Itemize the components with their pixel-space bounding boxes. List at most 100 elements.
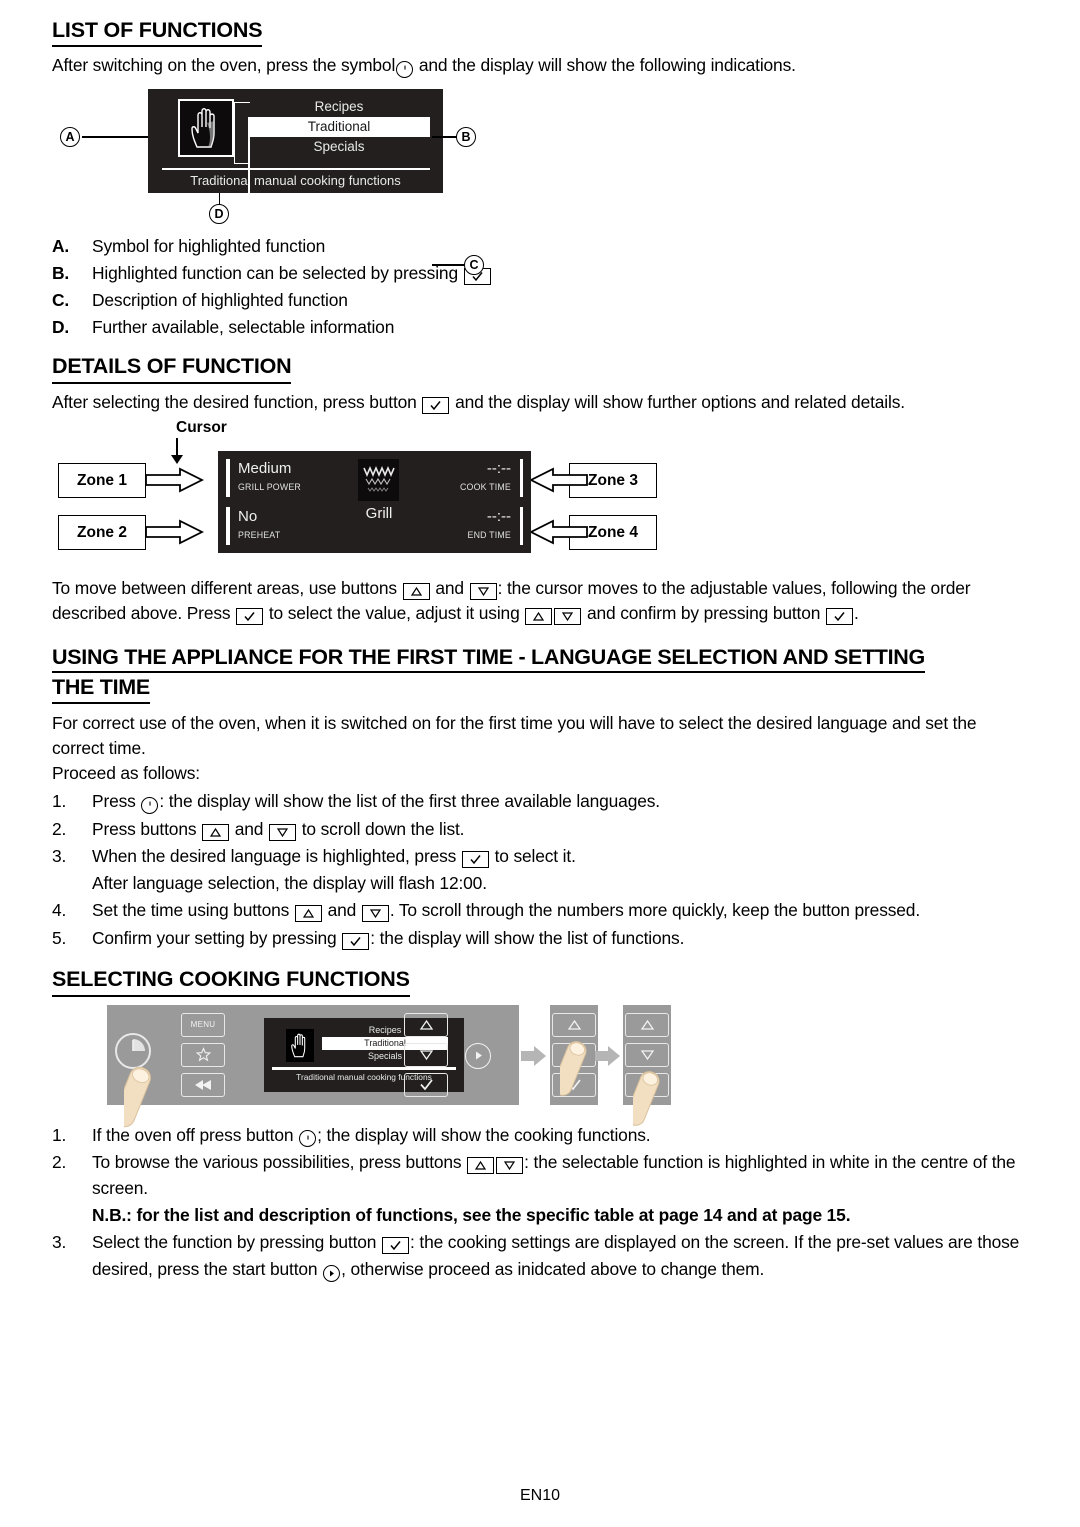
down-button[interactable] [404,1042,448,1067]
step-number: 5. [52,927,67,948]
document-page: LIST OF FUNCTIONS After switching on the… [0,0,1080,1527]
step-text-before: If the oven off press button [92,1124,294,1145]
list-of-functions-intro: After switching on the oven, press the s… [52,53,1030,78]
legend-label-b: B. [52,262,70,283]
power-clock-icon[interactable] [115,1032,151,1069]
lcd-divider-1 [162,167,430,171]
zone-1-label: Zone 1 [58,463,146,499]
callout-b: B [456,126,476,147]
up-key-icon [402,583,430,601]
intro-text-after: and the display will show the following … [418,55,796,76]
first-time-proceed: Proceed as follows: [52,763,200,784]
confirm-check-button[interactable] [404,1072,448,1097]
legend-item-c: C. Description of highlighted function [52,287,1030,314]
down-key-icon [269,823,297,841]
first-time-intro: For correct use of the oven, when it is … [52,712,977,758]
step-text-after: ; the display will show the cooking func… [317,1124,651,1145]
check-key-icon [236,608,264,626]
check-key-icon [422,396,450,414]
step-text-mid: and [327,900,357,921]
step-number: 3. [52,1232,67,1253]
lead-c [432,264,465,266]
step-text: Set the time using buttons and . To scro… [92,897,1030,923]
selecting-step-2: 2. To browse the various possibilities, … [52,1149,1030,1228]
check-key-icon [461,851,489,869]
up-key-icon [525,608,553,626]
first-time-step-2: 2. Press buttons and to scroll down the … [52,816,1030,842]
callout-d: D [209,203,229,224]
list-of-functions-heading-wrap: LIST OF FUNCTIONS [52,18,1030,48]
control-panel-step-2 [550,1004,598,1105]
zone3-value: --:-- [486,460,511,478]
zone3-arrow [531,467,588,493]
first-time-heading-line1: USING THE APPLIANCE FOR THE FIRST TIME -… [52,643,925,674]
legend-label-d: D. [52,316,70,337]
check-key-icon [825,608,853,626]
check-key-icon [342,932,370,950]
first-time-step-4: 4. Set the time using buttons and . To s… [52,897,1030,923]
down-key-icon [554,608,582,626]
zone3-readout: --:-- COOK TIME [460,461,511,492]
start-button[interactable] [465,1042,491,1069]
step-number: 1. [52,791,67,812]
details-of-function-heading: DETAILS OF FUNCTION [52,354,292,384]
zone1-value: Medium [238,460,292,478]
lead-d-vertical-inner [248,132,250,193]
first-time-steps: 1. Press : the display will show the lis… [52,788,1030,951]
menu-button[interactable]: MENU [181,1012,225,1037]
details-p2: and [435,578,464,599]
lcd-description-1: Traditional manual cooking functions [190,172,401,188]
step-text: Select the function by pressing button :… [92,1229,1030,1282]
selecting-step-1: 1. If the oven off press button ; the di… [52,1122,1030,1148]
cursor-bar-zone1 [226,459,230,498]
rewind-button[interactable] [181,1072,225,1097]
menu-item-recipes[interactable]: Recipes [248,97,430,117]
step-text-before: When the desired language is highlighted… [92,846,457,867]
step-text-after: : the display will show the list of func… [370,927,685,948]
details-intro-after: and the display will show further option… [455,391,905,412]
up-button[interactable] [625,1012,669,1037]
menu-list-1: Recipes Traditional Specials [248,97,430,157]
legend-item-d: D. Further available, selectable informa… [52,314,1030,341]
down-button[interactable] [625,1042,669,1067]
zone4-caption: END TIME [467,530,511,541]
step-subline: After language selection, the display wi… [92,872,487,893]
zone2-value: No [238,508,258,526]
selecting-step-3: 3. Select the function by pressing butto… [52,1229,1030,1282]
finger-icon [633,1070,660,1126]
legend-text-b-inner: Highlighted function can be selected by … [92,262,458,283]
step-text-after: to scroll down the list. [301,818,465,839]
up-key-icon [294,905,322,923]
legend-text-a: Symbol for highlighted function [92,235,326,256]
zone2-caption: PREHEAT [238,530,281,541]
step-number: 4. [52,900,67,921]
step-text-mid: and [234,818,264,839]
first-time-heading: USING THE APPLIANCE FOR THE FIRST TIME -… [52,643,1030,704]
menu-item-traditional-selected[interactable]: Traditional [248,116,430,137]
favorites-star-button[interactable] [181,1042,225,1067]
callout-a: A [60,126,80,147]
up-button[interactable] [552,1012,596,1037]
finger-icon [124,1066,151,1127]
cursor-bar-zone3 [520,459,523,498]
details-p5: and confirm by pressing button [586,603,821,624]
cursor-arrow-head [171,455,183,465]
zone4-arrow [531,519,588,545]
callout-c: C [464,254,484,275]
legend-list: A. Symbol for highlighted function B. Hi… [52,233,1030,341]
legend-item-a: A. Symbol for highlighted function [52,233,1030,260]
step-number: 2. [52,818,67,839]
selecting-functions-heading-wrap: SELECTING COOKING FUNCTIONS [52,967,1030,997]
page-content: LIST OF FUNCTIONS After switching on the… [52,18,1030,1283]
menu-item-specials[interactable]: Specials [248,137,430,157]
hand-icon [178,98,234,157]
first-time-heading-line2: THE TIME [52,673,150,704]
lead-d [218,192,221,205]
selecting-functions-steps: 1. If the oven off press button ; the di… [52,1122,1030,1283]
first-time-step-1: 1. Press : the display will show the lis… [52,788,1030,814]
up-button[interactable] [404,1012,448,1037]
legend-label-a: A. [52,235,70,256]
zone4-readout: --:-- END TIME [468,509,511,540]
step-text: To browse the various possibilities, pre… [92,1149,1030,1228]
step-number: 1. [52,1124,67,1145]
